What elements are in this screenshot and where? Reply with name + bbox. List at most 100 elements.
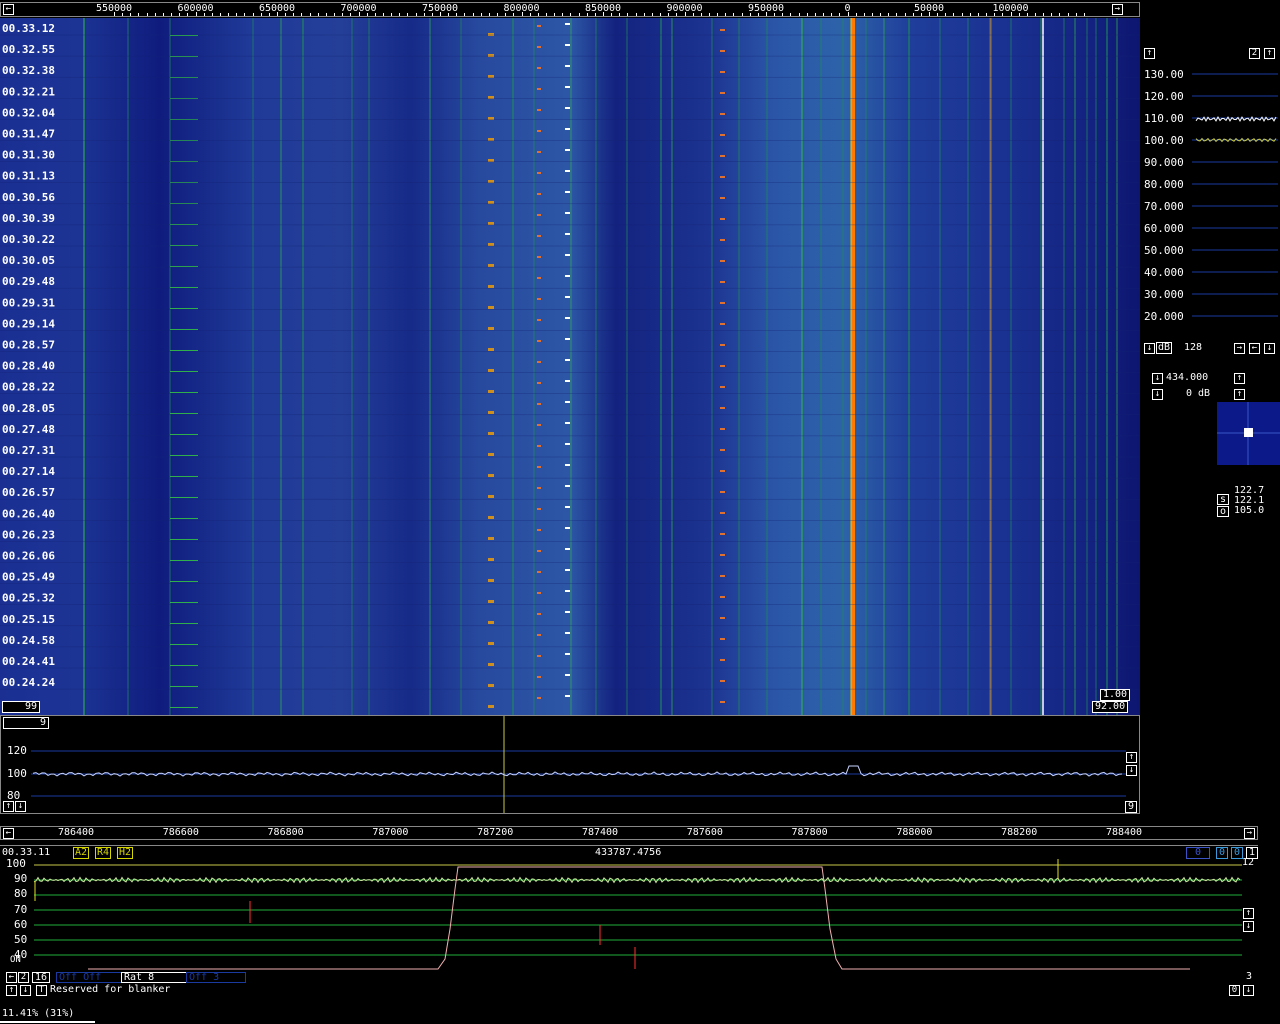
signal-dot [565, 275, 570, 277]
signal-dot [488, 222, 494, 225]
bb-freq-tick-label: 787600 [686, 827, 723, 838]
gain-up-button[interactable]: ↑ [1234, 389, 1245, 400]
signal-dot [720, 407, 725, 409]
db-down2-button[interactable]: ↓ [1264, 343, 1275, 354]
freq-down-button[interactable]: ↓ [1152, 373, 1163, 384]
ctrl-left-button[interactable]: ← [6, 972, 17, 983]
bb-box-2[interactable]: 0 [1216, 847, 1229, 859]
level-top-up-button[interactable]: ↑ [1264, 48, 1275, 59]
signal-dot [720, 176, 725, 178]
db-left-button[interactable]: ← [1249, 343, 1260, 354]
freq-tick-mark [309, 13, 311, 16]
time-label: 00.26.06 [2, 550, 55, 563]
gain-down-button[interactable]: ↓ [1152, 389, 1163, 400]
mode-a-button[interactable]: A2 [73, 847, 90, 859]
spectrum-panel[interactable]: 9 120 100 80 ↑ ↓ ↑ ↓ 9 [0, 715, 1140, 814]
waterfall-canvas[interactable]: 00.33.12 00.32.55 00.32.38 00.32.21 00.32.04… [0, 18, 1140, 715]
signal-dot [170, 497, 198, 498]
signal-meter: 122.7 s 122.1 o 105.0 [1217, 486, 1280, 519]
time-label: 00.26.23 [2, 528, 55, 541]
freq-tick-mark [611, 13, 613, 16]
ctrl-rat-field[interactable]: Rat 8 [121, 972, 187, 983]
spectrum-scale-up-button[interactable]: ↑ [1126, 752, 1137, 763]
mode-r-button[interactable]: R4 [95, 847, 112, 859]
spectrum-down-button[interactable]: ↓ [15, 801, 26, 812]
signal-dot [565, 170, 570, 172]
ctrl-right-down-button[interactable]: ↓ [1243, 985, 1254, 996]
signal-dot [170, 686, 198, 687]
freq-tick-mark [863, 13, 865, 16]
freq-tick-mark [774, 13, 776, 16]
time-label: 00.30.56 [2, 191, 55, 204]
signal-dot [488, 642, 494, 645]
gain-value[interactable]: 0 dB [1186, 389, 1210, 399]
cpu-bar [0, 1021, 95, 1023]
ctrl-right-box[interactable]: 0 [1229, 985, 1240, 996]
waterfall-right-top-value: 1.00 [1100, 689, 1131, 701]
waterfall-display[interactable]: 00.33.12 00.32.55 00.32.38 00.32.21 00.32.04… [0, 18, 1140, 715]
bb-scroll-left-button[interactable]: ← [3, 828, 14, 839]
signal-dot [537, 655, 541, 657]
signal-dot [537, 25, 541, 27]
ctrl-up-button[interactable]: ↑ [6, 985, 17, 996]
bb-freq-tick-label: 787800 [791, 827, 828, 838]
freq-tick-mark [700, 13, 702, 16]
ctrl-count-box[interactable]: 2 [18, 972, 29, 983]
signal-dot [488, 663, 494, 666]
freq-tick-mark [317, 13, 319, 16]
signal-dot [565, 590, 570, 592]
freq-tick-mark [448, 13, 450, 16]
freq-tick-mark [798, 13, 800, 16]
freq-tick-mark [293, 13, 295, 16]
db-right-button[interactable]: → [1234, 343, 1245, 354]
spectrum-canvas[interactable] [1, 716, 1139, 813]
spectrum-up-button[interactable]: ↑ [3, 801, 14, 812]
spectrum-label-100: 100 [7, 767, 27, 780]
db-down-button[interactable]: ↓ [1144, 343, 1155, 354]
freq-tick-mark [627, 13, 629, 16]
time-label: 00.29.31 [2, 296, 55, 309]
ctrl-down-button[interactable]: ↓ [20, 985, 31, 996]
ctrl-bw-box[interactable]: 16 [32, 972, 51, 983]
freq-value[interactable]: 434.000 [1166, 373, 1208, 383]
signal-dot [488, 684, 494, 687]
spectrum-scale-down-button[interactable]: ↓ [1126, 765, 1137, 776]
freq-tick-mark [407, 13, 409, 16]
signal-dot [720, 596, 725, 598]
baseband-canvas[interactable] [0, 859, 1258, 984]
freq-tick-mark [619, 13, 621, 16]
freq-tick-mark [766, 12, 767, 16]
ctrl-t-button[interactable]: T [36, 985, 47, 996]
freq-tick-mark [651, 13, 653, 16]
level-up-button[interactable]: ↑ [1144, 48, 1155, 59]
freq-tick-mark [880, 13, 882, 16]
ctrl-field-1[interactable]: Off Off [56, 972, 122, 983]
freq-tick-mark [440, 12, 441, 16]
signal-dot [537, 172, 541, 174]
freq-tick-mark [146, 13, 148, 16]
scroll-right-button[interactable]: → [1112, 4, 1123, 15]
bb-up-button[interactable]: ↑ [1243, 908, 1254, 919]
bb-scroll-right-button[interactable]: → [1244, 828, 1255, 839]
scroll-left-button[interactable]: ← [3, 4, 14, 15]
freq-tick-mark [708, 13, 710, 16]
ctrl-field-3[interactable]: Off 3 [186, 972, 246, 983]
level-count-box[interactable]: 2 [1249, 48, 1260, 59]
freq-tick-mark [162, 13, 164, 16]
freq-tick-mark [456, 13, 458, 16]
level-label: 20.000 [1144, 310, 1184, 323]
freq-up-button[interactable]: ↑ [1234, 373, 1245, 384]
signal-dot [565, 296, 570, 298]
level-label: 100.00 [1144, 134, 1184, 147]
signal-dot [537, 214, 541, 216]
freq-tick-mark [1051, 13, 1053, 16]
signal-dot [170, 287, 198, 288]
baseband-graph[interactable]: 100 90 80 70 60 50 40 ON 12 ↑ ↓ [0, 857, 1258, 984]
bb-down-button[interactable]: ↓ [1243, 921, 1254, 932]
freq-tick-mark [1010, 12, 1012, 16]
bb-box-1[interactable]: 0 [1186, 847, 1211, 859]
level-label: 40.000 [1144, 266, 1184, 279]
time-label: 00.25.49 [2, 571, 55, 584]
bb-freq-tick-label: 787000 [372, 827, 409, 838]
mode-h-button[interactable]: H2 [117, 847, 134, 859]
